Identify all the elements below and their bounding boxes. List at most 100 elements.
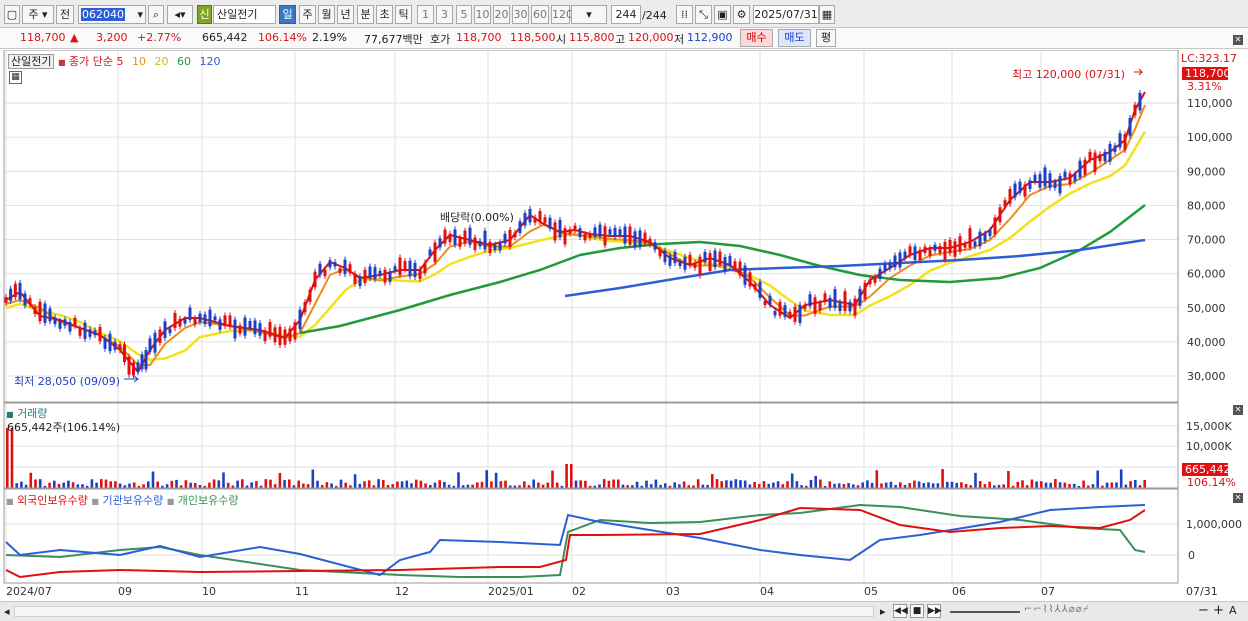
rewind-icon[interactable]: ◀◀	[893, 604, 908, 618]
volume-bar	[377, 479, 380, 488]
zoom-in-icon[interactable]: +	[1213, 603, 1224, 618]
interval-button-1[interactable]: 3	[436, 5, 453, 24]
volume-bar	[758, 484, 761, 488]
volume-bar	[819, 479, 822, 488]
volume-bar	[81, 484, 84, 488]
interval-button-5[interactable]: 30	[512, 5, 529, 24]
volume-bar	[776, 481, 780, 488]
candle-body	[843, 291, 847, 312]
prev-button[interactable]: 전	[56, 5, 74, 24]
date-input[interactable]: 2025/07/31	[753, 5, 819, 24]
volume-bar	[264, 479, 268, 488]
candle-body	[793, 306, 797, 322]
candle-body	[378, 270, 382, 276]
volume-bar	[302, 483, 305, 488]
sell-button[interactable]: 매도	[778, 29, 811, 47]
candle-body	[1018, 181, 1022, 193]
volume-bar	[194, 483, 197, 488]
volume-bar	[1124, 484, 1128, 488]
volume-bar	[899, 482, 902, 488]
holdings-panel-close-icon[interactable]: ✕	[1233, 493, 1243, 503]
stock-code-input[interactable]: 062040 ▾	[78, 5, 146, 24]
interval-button-0[interactable]: 1	[417, 5, 434, 24]
table-toggle-icon[interactable]: ▦	[9, 71, 22, 84]
volume-bar	[38, 479, 42, 488]
stop-icon[interactable]: ■	[910, 604, 924, 618]
zoom-out-icon[interactable]: −	[1198, 603, 1209, 618]
search-icon[interactable]: ⌕	[148, 5, 164, 24]
volume-bar	[288, 479, 291, 488]
period-tab-6[interactable]: 틱	[395, 5, 412, 24]
candle-body	[813, 297, 817, 314]
period-tab-1[interactable]: 주	[299, 5, 316, 24]
volume-bar	[29, 472, 33, 488]
scroll-track[interactable]	[14, 606, 874, 617]
candle-body	[278, 326, 282, 346]
period-tab-3[interactable]: 년	[337, 5, 354, 24]
draw-tool-icon[interactable]: ⤡	[695, 5, 712, 24]
volume-bar	[100, 479, 103, 488]
volume-bar	[762, 481, 766, 488]
candle-body	[658, 249, 662, 257]
candle-body	[833, 289, 837, 308]
market-type-select[interactable]: 주 ▾	[22, 5, 54, 24]
interval-dropdown[interactable]: ▾	[571, 5, 607, 24]
ma120-label: 120	[199, 55, 221, 68]
volume-bar	[579, 480, 582, 488]
volume-bar	[584, 480, 587, 488]
stock-chart[interactable]: 2024/07 09 10 11 12 2025/01 02 03 04 05 06 07 07/311…	[0, 50, 1248, 621]
volume-bar	[222, 472, 225, 488]
volume-bar	[1016, 481, 1020, 488]
interval-button-7[interactable]: 120	[551, 5, 573, 24]
window-menu-icon[interactable]: ▢	[4, 5, 20, 24]
stock-name-field[interactable]: 산일전기	[213, 5, 276, 24]
holdings-legend: ■ 외국인보유수량 ■ 기관보유수량 ■ 개인보유수량	[6, 494, 239, 507]
candle-body	[703, 251, 707, 263]
avg-button[interactable]: 평	[816, 29, 836, 47]
period-tab-2[interactable]: 월	[318, 5, 335, 24]
period-tab-4[interactable]: 분	[357, 5, 374, 24]
period-tab-0[interactable]: 일	[279, 5, 296, 24]
candle-body	[683, 256, 687, 270]
bottom-scrollbar: ◂ ▸ ◀◀ ■ ▶▶ ⌐⌐⌇⌇⅄⅄⌀⌀⌿ − + A	[0, 601, 1248, 621]
volume-bar	[617, 479, 620, 488]
calendar-icon[interactable]: ▦	[819, 5, 835, 24]
count-input[interactable]: 244	[611, 5, 641, 24]
volume-bar	[795, 481, 799, 488]
scroll-right-icon[interactable]: ▸	[880, 605, 886, 618]
font-size-icon[interactable]: A	[1229, 604, 1237, 617]
candle-body	[593, 227, 597, 237]
gear-icon[interactable]: ⚙	[733, 5, 750, 24]
period-tab-5[interactable]: 초	[376, 5, 393, 24]
volume-bar	[1054, 479, 1057, 488]
draw-tools-icons[interactable]: ⌐⌐⌇⌇⅄⅄⌀⌀⌿	[1024, 604, 1090, 615]
volume-bar	[720, 481, 723, 488]
price-panel-close-icon[interactable]: ✕	[1233, 35, 1243, 45]
interval-button-4[interactable]: 20	[493, 5, 510, 24]
candle-body	[768, 295, 772, 305]
x-tick-label: 12	[395, 585, 409, 598]
candle-body	[453, 229, 457, 245]
interval-button-6[interactable]: 60	[531, 5, 549, 24]
candle-body	[263, 330, 267, 342]
interval-button-2[interactable]: 5	[456, 5, 472, 24]
volume-panel-close-icon[interactable]: ✕	[1233, 405, 1243, 415]
grid-icon[interactable]: ⁞⁞	[676, 5, 693, 24]
candle-body	[283, 329, 287, 345]
save-icon[interactable]: ▣	[714, 5, 731, 24]
scroll-left-icon[interactable]: ◂	[4, 605, 10, 618]
volume-bar	[555, 482, 559, 488]
interval-button-3[interactable]: 10	[474, 5, 491, 24]
forward-icon[interactable]: ▶▶	[927, 604, 942, 618]
zoom-slider[interactable]	[950, 611, 1020, 613]
volume-bar	[424, 483, 427, 488]
buy-button[interactable]: 매수	[740, 29, 773, 47]
volume-bar	[936, 483, 940, 488]
amount-value: 77,677백만	[364, 33, 423, 46]
candle-body	[988, 230, 992, 236]
turnover-value: 2.19%	[312, 31, 347, 44]
x-tick-label: 05	[864, 585, 878, 598]
ma20-label: 20	[154, 55, 169, 68]
stock-tag[interactable]: 산일전기	[8, 54, 55, 69]
speaker-icon[interactable]: ◂▾	[167, 5, 193, 24]
